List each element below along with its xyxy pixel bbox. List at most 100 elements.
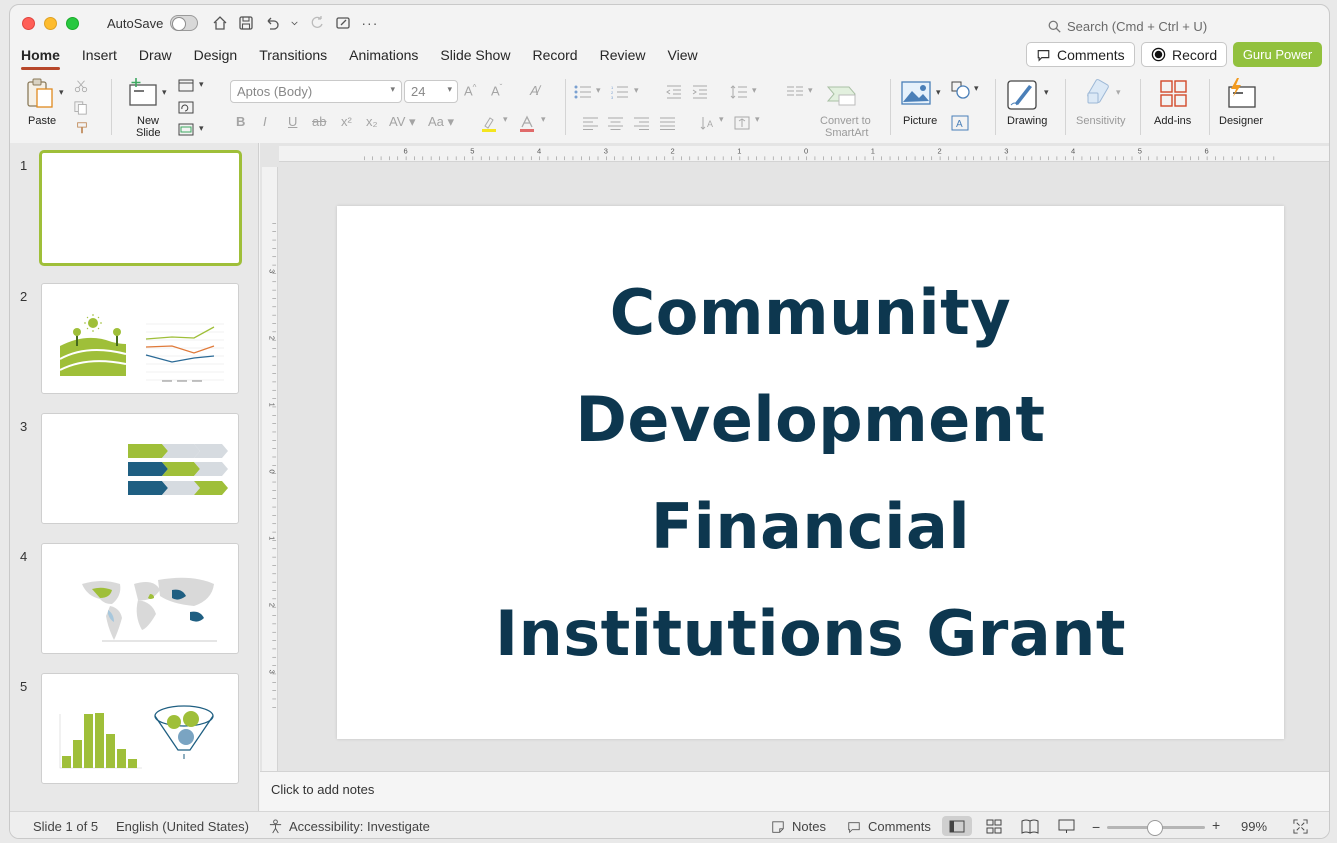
align-text-chevron-icon[interactable]: ▾	[755, 114, 760, 125]
tab-animations[interactable]: Animations	[338, 44, 429, 66]
designer-icon[interactable]	[1225, 77, 1257, 109]
drawing-icon[interactable]	[1007, 79, 1039, 111]
tab-design[interactable]: Design	[183, 44, 249, 66]
slide-thumbnail-3[interactable]	[41, 413, 239, 524]
tab-view[interactable]: View	[657, 44, 709, 66]
save-icon[interactable]	[238, 15, 254, 31]
zoom-out-icon[interactable]: −	[1092, 819, 1100, 835]
numbering-icon[interactable]: 123	[611, 85, 629, 99]
tab-record[interactable]: Record	[521, 44, 588, 66]
highlight-chevron-icon[interactable]: ▾	[503, 114, 508, 125]
vertical-ruler[interactable]: 3 2 1 0 1 2 3	[262, 167, 278, 771]
copy-icon[interactable]	[72, 101, 90, 115]
text-direction-chevron-icon[interactable]: ▾	[719, 114, 724, 125]
guru-power-button[interactable]: Guru Power	[1233, 42, 1322, 67]
font-color-chevron-icon[interactable]: ▾	[541, 114, 546, 125]
cut-icon[interactable]	[74, 79, 88, 93]
new-slide-chevron-icon[interactable]: ▾	[162, 87, 167, 98]
layout-icon[interactable]	[178, 79, 194, 92]
tab-home[interactable]: Home	[10, 44, 71, 70]
justify-icon[interactable]	[660, 117, 675, 130]
increase-indent-icon[interactable]	[692, 85, 708, 99]
slideshow-view-icon[interactable]	[1058, 819, 1075, 834]
bullets-chevron-icon[interactable]: ▾	[596, 85, 601, 96]
close-window-button[interactable]	[22, 16, 35, 30]
current-slide[interactable]: Community Development Financial Institut…	[337, 206, 1284, 739]
highlight-icon[interactable]	[480, 115, 498, 133]
align-left-icon[interactable]	[583, 117, 598, 130]
chevron-down-icon[interactable]	[290, 15, 299, 31]
sensitivity-chevron-icon[interactable]: ▾	[1116, 87, 1121, 98]
horizontal-ruler[interactable]: 6 5 4 3 2 1 0 1 2 3 4 5 6	[279, 146, 1330, 162]
font-name-select[interactable]: Aptos (Body) ▾	[230, 80, 402, 103]
section-chevron-icon[interactable]: ▾	[199, 123, 204, 134]
more-icon[interactable]: ···	[361, 15, 378, 31]
reading-view-icon[interactable]	[1021, 819, 1039, 834]
columns-icon[interactable]	[787, 85, 803, 97]
zoom-in-icon[interactable]: +	[1212, 817, 1220, 833]
text-box-icon[interactable]: A	[951, 115, 969, 131]
reset-icon[interactable]	[178, 101, 194, 114]
paste-icon[interactable]	[25, 77, 55, 109]
font-color-icon[interactable]	[518, 115, 536, 133]
slide-thumbnail-4[interactable]	[41, 543, 239, 654]
line-spacing-icon[interactable]	[730, 84, 748, 100]
present-icon[interactable]	[335, 15, 351, 31]
change-case-icon[interactable]: Aa ▾	[428, 114, 454, 130]
accessibility-icon[interactable]	[268, 819, 283, 834]
normal-view-icon[interactable]	[949, 820, 965, 833]
bold-icon[interactable]: B	[236, 114, 245, 129]
comments-status-button[interactable]: Comments	[868, 819, 931, 834]
tab-draw[interactable]: Draw	[128, 44, 183, 66]
search-box[interactable]: Search (Cmd + Ctrl + U)	[1048, 19, 1207, 34]
comments-button[interactable]: Comments	[1026, 42, 1135, 67]
character-spacing-icon[interactable]: AV ▾	[389, 114, 416, 130]
new-slide-icon[interactable]	[128, 77, 158, 107]
underline-icon[interactable]: U	[288, 114, 297, 129]
redo-icon[interactable]	[309, 15, 325, 31]
decrease-indent-icon[interactable]	[666, 85, 682, 99]
tab-review[interactable]: Review	[589, 44, 657, 66]
numbering-chevron-icon[interactable]: ▾	[634, 85, 639, 96]
tab-slide-show[interactable]: Slide Show	[429, 44, 521, 66]
font-size-select[interactable]: 24 ▾	[404, 80, 458, 103]
record-button[interactable]: Record	[1141, 42, 1228, 67]
line-spacing-chevron-icon[interactable]: ▾	[752, 85, 757, 96]
picture-icon[interactable]	[901, 81, 931, 105]
language-label[interactable]: English (United States)	[116, 819, 249, 834]
minimize-window-button[interactable]	[44, 16, 57, 30]
clear-format-icon[interactable]: A̸	[530, 83, 539, 98]
undo-icon[interactable]	[264, 15, 280, 31]
align-right-icon[interactable]	[634, 117, 649, 130]
slide-thumbnail-5[interactable]	[41, 673, 239, 784]
notes-pane[interactable]: Click to add notes	[260, 771, 1329, 811]
tab-transitions[interactable]: Transitions	[248, 44, 338, 66]
section-icon[interactable]	[178, 123, 194, 136]
slide-thumbnail-2[interactable]	[41, 283, 239, 394]
shapes-icon[interactable]	[951, 81, 971, 99]
slide-thumbnail-1[interactable]	[39, 150, 242, 266]
text-direction-icon[interactable]: A	[700, 115, 716, 131]
slide-title[interactable]: Community Development Financial Institut…	[451, 259, 1171, 687]
comments-status-icon[interactable]	[847, 820, 861, 834]
zoom-slider-handle[interactable]	[1147, 820, 1163, 836]
paste-chevron-icon[interactable]: ▾	[59, 87, 64, 98]
superscript-icon[interactable]: x²	[341, 114, 352, 129]
smartart-icon[interactable]	[827, 81, 859, 107]
add-ins-icon[interactable]	[1159, 79, 1189, 109]
home-icon[interactable]	[212, 15, 228, 31]
subscript-icon[interactable]: x₂	[366, 114, 378, 129]
slide-sorter-icon[interactable]	[986, 819, 1002, 834]
notes-icon[interactable]	[771, 820, 785, 834]
sensitivity-icon[interactable]	[1085, 77, 1115, 107]
layout-chevron-icon[interactable]: ▾	[199, 79, 204, 90]
grow-font-icon[interactable]: A^	[464, 83, 476, 98]
zoom-window-button[interactable]	[66, 16, 79, 30]
align-center-icon[interactable]	[608, 117, 623, 130]
align-text-icon[interactable]	[733, 115, 751, 131]
shapes-chevron-icon[interactable]: ▾	[974, 83, 979, 94]
bullets-icon[interactable]	[574, 85, 592, 99]
format-painter-icon[interactable]	[74, 121, 90, 135]
picture-chevron-icon[interactable]: ▾	[936, 87, 941, 98]
drawing-chevron-icon[interactable]: ▾	[1044, 87, 1049, 98]
